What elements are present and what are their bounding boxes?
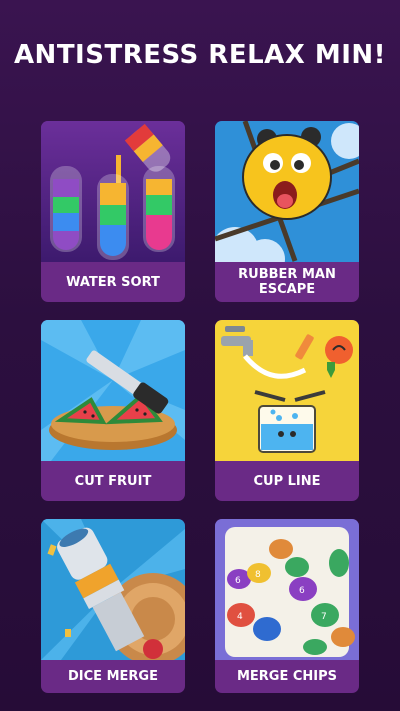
game-card-cup-line[interactable]: CUP LINE [215, 320, 359, 501]
svg-text:6: 6 [235, 576, 241, 586]
cup-line-faucet-icon [215, 320, 359, 461]
game-label-cup-line: CUP LINE [253, 473, 321, 489]
game-label-cut-fruit: CUT FRUIT [74, 473, 152, 489]
svg-text:7: 7 [321, 612, 327, 622]
knife-hit-log-icon [41, 519, 185, 660]
game-label-dice-merge: DICE MERGE [68, 669, 158, 684]
svg-text:6: 6 [299, 586, 305, 596]
game-grid: WATER SORT RUBBER MAN ESCAPE CUT FRUIT C… [41, 121, 359, 693]
svg-text:8: 8 [255, 570, 261, 580]
game-label-merge-chips: MERGE CHIPS [236, 669, 338, 684]
game-card-cut-fruit[interactable]: CUT FRUIT [41, 320, 185, 501]
stacked-chips-icon: 6 8 4 7 6 [215, 519, 359, 660]
knife-watermelon-icon [41, 320, 185, 461]
water-sort-tubes-icon [41, 121, 185, 262]
game-label-rubber-man-escape: RUBBER MAN ESCAPE [238, 267, 336, 297]
game-card-water-sort[interactable]: WATER SORT [41, 121, 185, 302]
page-title: ANTISTRESS RELAX MIN! [13, 40, 387, 70]
game-card-dice-merge[interactable]: DICE MERGE [41, 519, 185, 693]
game-card-merge-chips[interactable]: 6 8 4 7 6 MERGE CHIPS [215, 519, 359, 693]
svg-text:4: 4 [237, 612, 243, 622]
rubber-man-face-icon [215, 121, 359, 262]
game-label-water-sort: WATER SORT [66, 274, 160, 290]
game-card-rubber-man-escape[interactable]: RUBBER MAN ESCAPE [215, 121, 359, 302]
